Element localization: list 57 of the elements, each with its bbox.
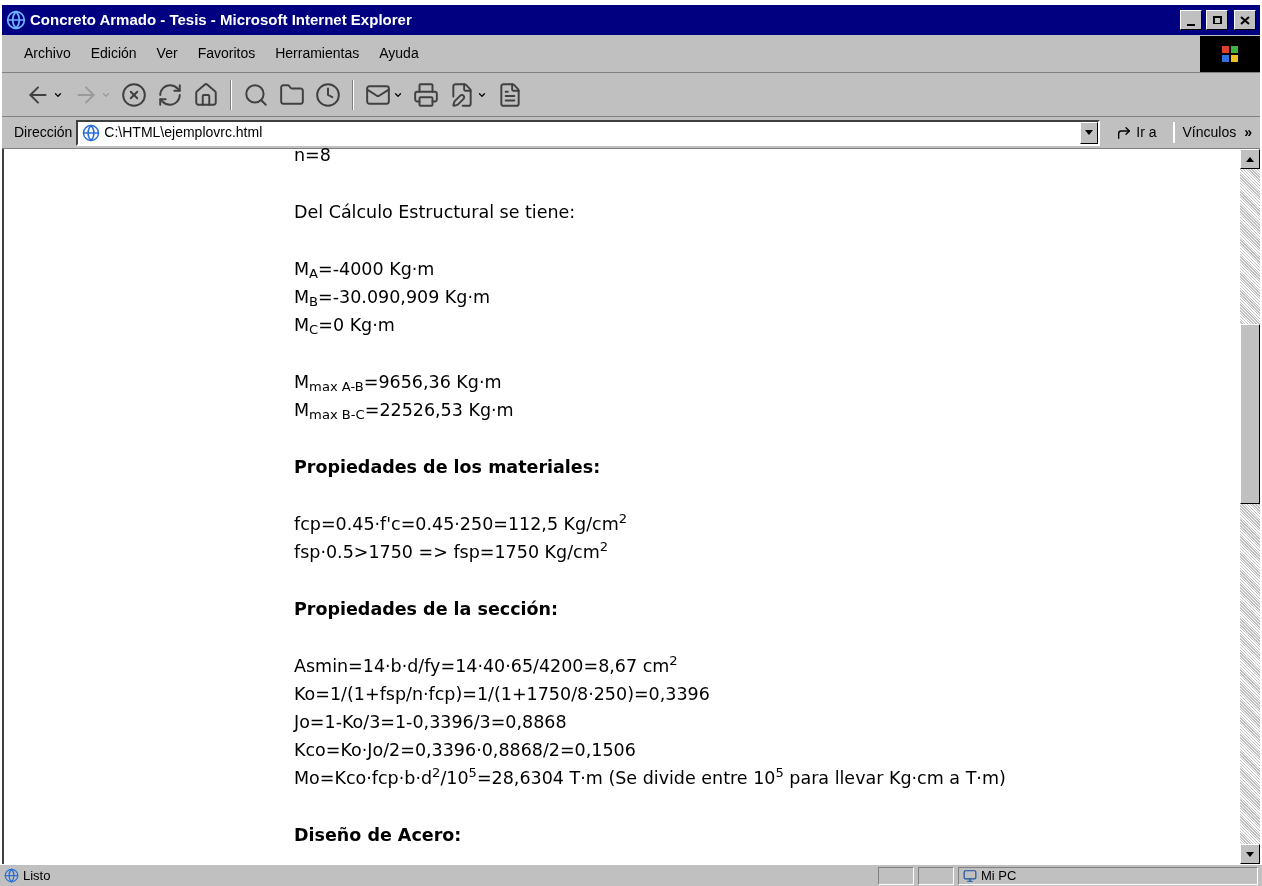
formula-line: Jo=1-Ko/3=1-0,3396/3=0,8868 — [294, 711, 568, 734]
address-field[interactable]: C:\HTML\ejemplovrc.html — [76, 119, 1101, 146]
close-button[interactable] — [1234, 10, 1256, 30]
formula-line: M$_{A}$=-4000 Kg·m — [294, 258, 436, 283]
page-icon — [82, 123, 101, 142]
formula-line: M$_{max B-C}$=22526,53 Kg·m — [294, 399, 515, 424]
section-heading: Propiedades de la sección: — [294, 598, 559, 621]
refresh-icon — [157, 81, 183, 108]
formula-line: Del Cálculo Estructural se tiene: — [294, 201, 577, 224]
menu-item[interactable]: Favoritos — [187, 43, 266, 64]
formula-line: Mo=Kco·fcp·b·d$^{2}$/10$^{5}$=28,6304 T·m (Se divide entre 10$^{5}$ para llevar Kg·cm a T·m) — [294, 764, 1007, 790]
printer-icon — [413, 81, 439, 108]
page-icon — [4, 868, 19, 883]
restore-button[interactable] — [1206, 10, 1228, 30]
section-heading: Diseño de Acero: — [294, 824, 463, 847]
formula-line: Asmin=14·b·d/fy=14·40·65/4200=8,67 cm$^{2}$ — [294, 652, 679, 678]
scroll-thumb[interactable] — [1240, 324, 1260, 504]
formula-line: M$_{C}$=0 Kg·m — [294, 314, 396, 339]
go-arrow-icon — [1116, 124, 1133, 141]
address-label: Dirección — [14, 123, 73, 142]
clock-icon — [315, 81, 341, 108]
down-arrow-icon — [1246, 851, 1254, 857]
minimize-button[interactable] — [1180, 10, 1202, 30]
formula-line: Ko=1/(1+fsp/n·fcp)=1/(1+1750/8·250)=0,3396 — [294, 683, 711, 706]
status-text: Listo — [23, 866, 52, 885]
links-button[interactable]: Vínculos » — [1172, 122, 1260, 143]
folder-icon — [279, 81, 305, 108]
up-arrow-icon — [1246, 156, 1254, 162]
throbber-logo-icon — [1200, 35, 1260, 72]
menu-item[interactable]: Ayuda — [369, 43, 429, 64]
stop-icon — [121, 81, 147, 108]
menu-item[interactable]: Ver — [146, 43, 188, 64]
browser-logo-icon — [6, 10, 26, 30]
menu-item[interactable]: Archivo — [14, 43, 81, 64]
scrollbar[interactable] — [1240, 149, 1260, 864]
home-icon — [193, 81, 219, 108]
formula-line: fcp=0.45·f'c=0.45·250=112,5 Kg/cm$^{2}$ — [294, 510, 629, 536]
formula-line: M$_{max A-B}$=9656,36 Kg·m — [294, 371, 503, 396]
menu-item[interactable]: Edición — [80, 43, 147, 64]
formula-line: fsp·0.5>1750 => fsp=1750 Kg/cm$^{2}$ — [294, 538, 610, 564]
formula-line: Kco=Ko·Jo/2=0,3396·0,8868/2=0,1506 — [294, 739, 637, 762]
zone-text: Mi PC — [981, 866, 1017, 885]
window-title: Concreto Armado - Tesis - Microsoft Internet Explorer — [30, 9, 412, 30]
close-icon — [1240, 15, 1250, 25]
formula-line: n=8 — [294, 144, 332, 167]
go-button[interactable]: Ir a — [1104, 122, 1169, 143]
scroll-down-button[interactable] — [1240, 844, 1260, 864]
document-edit-icon — [449, 81, 475, 108]
status-pane — [918, 866, 954, 885]
search-icon — [243, 81, 269, 108]
section-heading: Propiedades de los materiales: — [294, 456, 602, 479]
status-pane — [878, 866, 914, 885]
computer-icon — [963, 868, 977, 883]
menu-item[interactable]: Herramientas — [265, 43, 370, 64]
formula-line: M$_{B}$=-30.090,909 Kg·m — [294, 286, 492, 311]
scroll-up-button[interactable] — [1240, 149, 1260, 169]
document-icon — [497, 81, 523, 108]
